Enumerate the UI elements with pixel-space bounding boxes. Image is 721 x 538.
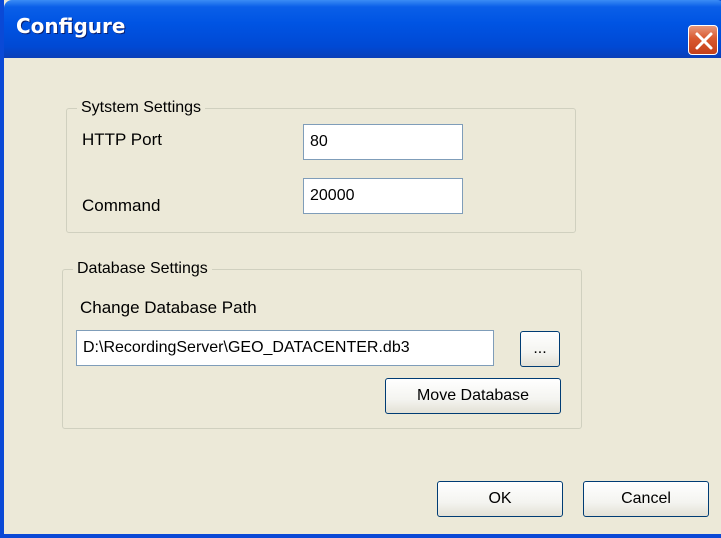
ok-button[interactable]: OK [437,481,563,517]
move-database-button[interactable]: Move Database [385,378,561,414]
configure-dialog: Configure Sytstem Settings HTTP Port 80 … [0,0,721,538]
database-settings-legend: Database Settings [73,259,212,279]
database-path-input[interactable]: D:\RecordingServer\GEO_DATACENTER.db3 [76,330,494,366]
dialog-body: Sytstem Settings HTTP Port 80 Command 20… [8,58,721,534]
close-button[interactable] [688,25,718,55]
change-database-path-label: Change Database Path [80,298,257,317]
http-port-label: HTTP Port [82,130,162,149]
command-input[interactable]: 20000 [303,178,463,214]
http-port-input[interactable]: 80 [303,124,463,160]
cancel-button[interactable]: Cancel [583,481,709,517]
close-icon [695,32,713,50]
title-bar[interactable]: Configure [4,0,721,58]
command-label: Command [82,196,161,215]
window-title: Configure [16,14,126,38]
browse-button[interactable]: ... [520,331,560,367]
system-settings-legend: Sytstem Settings [77,98,206,118]
